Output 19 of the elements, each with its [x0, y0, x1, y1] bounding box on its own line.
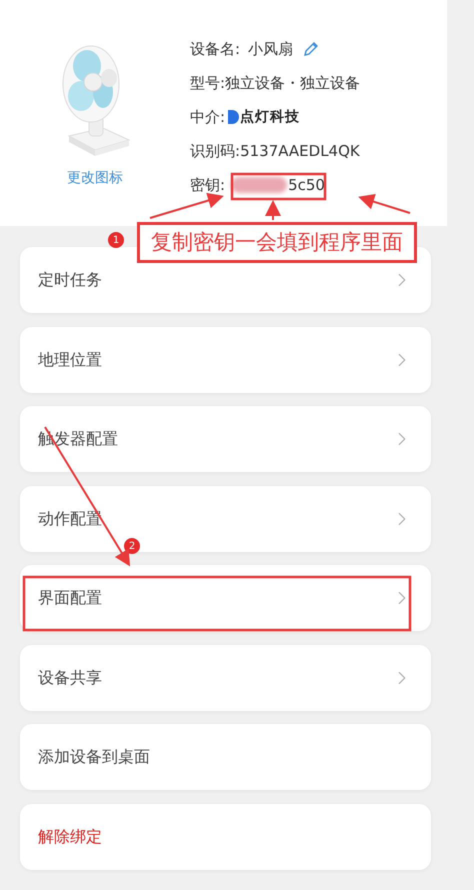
device-name: 小风扇 — [248, 38, 294, 60]
menu-label: 界面配置 — [38, 587, 102, 609]
menu-label: 动作配置 — [38, 508, 102, 530]
menu-label: 解除绑定 — [38, 826, 102, 848]
field-label: 型号: — [190, 72, 226, 94]
key-value: 5c50 — [288, 174, 325, 196]
brand-name: 点灯科技 — [240, 108, 300, 126]
field-label: 设备名: — [190, 38, 240, 60]
menu-label: 地理位置 — [38, 348, 102, 370]
field-value: 独立设备・独立设备 — [225, 72, 360, 94]
field-label: 识别码: — [190, 140, 240, 162]
field-label: 密钥: — [190, 174, 226, 196]
menu-label: 设备共享 — [38, 666, 102, 688]
callout-tooltip: 复制密钥一会填到程序里面 — [137, 222, 417, 263]
field-value: 5137AAEDL4QK — [240, 140, 360, 162]
step-badge: 1 — [108, 232, 124, 248]
field-label: 中介: — [190, 106, 226, 128]
menu-label: 定时任务 — [38, 269, 102, 291]
menu-label: 添加设备到桌面 — [38, 746, 150, 768]
